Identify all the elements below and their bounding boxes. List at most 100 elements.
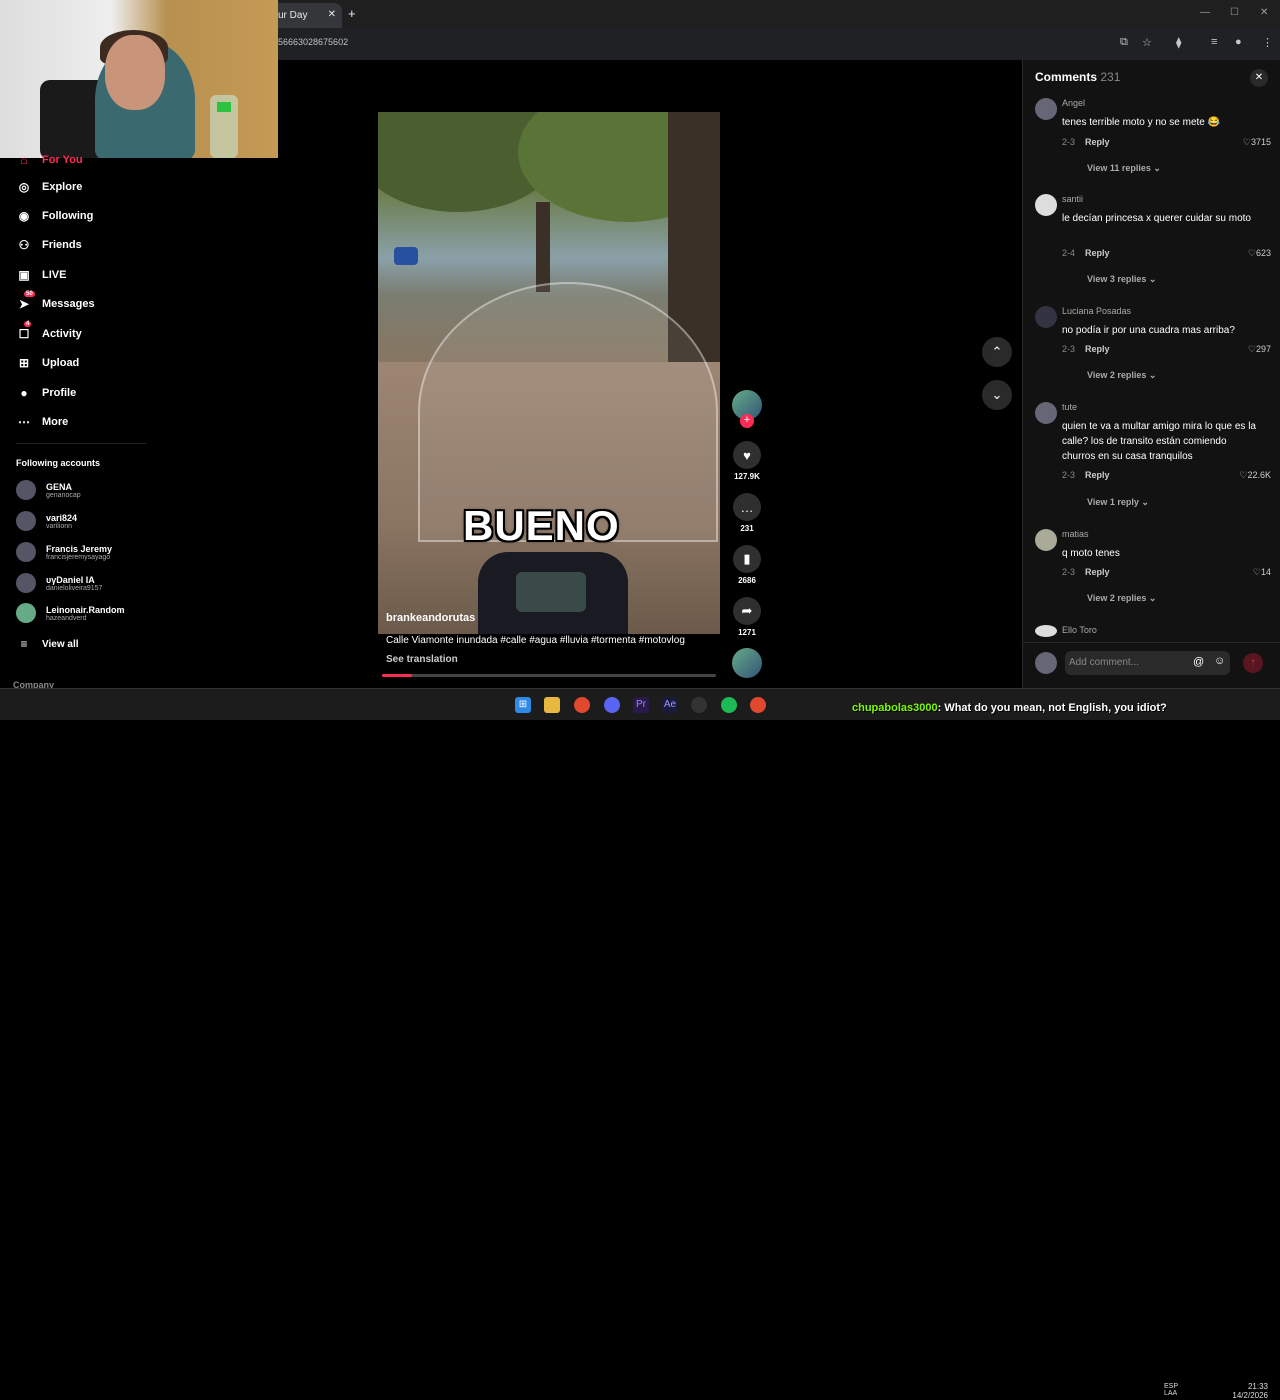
like-count: 127.9K: [734, 472, 760, 481]
avatar[interactable]: [1035, 306, 1057, 328]
like-action[interactable]: ♥ 127.9K: [733, 441, 761, 481]
reply-button[interactable]: Reply: [1085, 137, 1110, 147]
comment-user[interactable]: Angel: [1062, 98, 1085, 108]
media-icon[interactable]: ≡: [1211, 36, 1217, 48]
comment-user[interactable]: tute: [1062, 402, 1077, 412]
following-account[interactable]: Francis Jeremy francisjeremysayago: [16, 538, 112, 566]
chrome-icon[interactable]: [574, 697, 590, 713]
minimize-icon[interactable]: —: [1200, 7, 1210, 18]
address-bar[interactable]: 56663028675602: [270, 33, 1125, 51]
add-comment-input[interactable]: Add comment...: [1065, 651, 1230, 675]
view-replies-button[interactable]: View 2 replies ⌄: [1087, 370, 1156, 381]
reply-button[interactable]: Reply: [1085, 344, 1110, 354]
chrome-active-icon[interactable]: [750, 697, 766, 713]
sidebar-item-live[interactable]: ▣ LIVE: [16, 265, 66, 285]
following-account[interactable]: υγDaniel IA danieloliveira9157: [16, 569, 102, 597]
previous-video-button[interactable]: ⌃: [982, 337, 1012, 367]
heart-icon[interactable]: ♥: [733, 441, 761, 469]
music-disc-icon[interactable]: [732, 648, 762, 678]
close-comments-icon[interactable]: ✕: [1250, 69, 1268, 87]
comment-date: 2-3: [1062, 344, 1076, 354]
mention-icon[interactable]: @: [1193, 656, 1204, 668]
comment-icon[interactable]: …: [733, 493, 761, 521]
comment-user[interactable]: Ello Toro: [1062, 625, 1097, 635]
reply-button[interactable]: Reply: [1085, 248, 1110, 258]
following-accounts-title: Following accounts: [16, 458, 101, 468]
avatar[interactable]: [1035, 194, 1057, 216]
premiere-icon[interactable]: Pr: [633, 697, 649, 713]
maximize-icon[interactable]: ☐: [1230, 7, 1239, 18]
discord-icon[interactable]: [604, 697, 620, 713]
account-handle: hazeandverd: [46, 614, 87, 622]
lang-layout: LAA: [1164, 1390, 1178, 1397]
video-author[interactable]: brankeandorutas: [386, 612, 475, 624]
avatar[interactable]: [1035, 625, 1057, 637]
see-translation-link[interactable]: See translation: [386, 654, 458, 665]
view-replies-button[interactable]: View 1 reply ⌄: [1087, 497, 1149, 508]
comment-date: 2-3: [1062, 567, 1076, 577]
emoji-icon[interactable]: ☺: [1214, 655, 1225, 667]
comment-like[interactable]: ♡3715: [1243, 137, 1271, 148]
video-caption: Calle Viamonte inundada #calle #agua #ll…: [386, 635, 685, 646]
new-tab-button[interactable]: +: [348, 6, 356, 21]
comment-like[interactable]: ♡14: [1253, 567, 1271, 578]
video-progress-bar[interactable]: [382, 674, 716, 677]
bookmark-star-icon[interactable]: ☆: [1142, 36, 1152, 49]
view-replies-button[interactable]: View 2 replies ⌄: [1087, 593, 1156, 604]
language-indicator[interactable]: ESP LAA: [1164, 1383, 1178, 1397]
comment-like[interactable]: ♡22.6K: [1239, 470, 1271, 481]
sidebar-item-more[interactable]: ⋯ More: [16, 412, 68, 432]
comment-user[interactable]: Luciana Posadas: [1062, 306, 1131, 316]
comments-count: 231: [1100, 70, 1121, 84]
windows-start-icon[interactable]: ⊞: [515, 697, 531, 713]
avatar[interactable]: [1035, 529, 1057, 551]
sidebar-item-explore[interactable]: ◎ Explore: [16, 177, 83, 197]
file-explorer-icon[interactable]: [544, 697, 560, 713]
sidebar-item-activity[interactable]: ☐ 4 Activity: [16, 321, 82, 344]
after-effects-icon[interactable]: Ae: [662, 697, 678, 713]
share-action[interactable]: ➦ 1271: [733, 597, 761, 637]
save-action[interactable]: ▮ 2686: [733, 545, 761, 585]
sidebar-item-following[interactable]: ◉ Following: [16, 206, 94, 226]
reply-button[interactable]: Reply: [1085, 567, 1110, 577]
comment-user[interactable]: matias: [1062, 529, 1089, 539]
follow-plus-icon[interactable]: +: [740, 414, 754, 428]
system-clock[interactable]: 21:33 14/2/2026: [1228, 1382, 1268, 1400]
tab-close-icon[interactable]: ✕: [328, 9, 336, 20]
comment-like[interactable]: ♡297: [1248, 344, 1271, 355]
following-account[interactable]: Leinonair.Random hazeandverd: [16, 599, 125, 627]
video-player[interactable]: BUENO brankeandorutas: [378, 112, 720, 634]
clock-time: 21:33: [1247, 1382, 1268, 1391]
spotify-icon[interactable]: [721, 697, 737, 713]
obs-icon[interactable]: [691, 697, 707, 713]
profile-icon[interactable]: ●: [1235, 36, 1242, 48]
comment-like[interactable]: ♡623: [1248, 248, 1271, 259]
view-replies-button[interactable]: View 3 replies ⌄: [1087, 274, 1156, 285]
reply-button[interactable]: Reply: [1085, 470, 1110, 480]
bookmark-icon[interactable]: ▮: [733, 545, 761, 573]
send-icon[interactable]: ↑: [1243, 653, 1263, 673]
sidebar-item-messages[interactable]: ➤ 50 Messages: [16, 291, 95, 314]
next-video-button[interactable]: ⌄: [982, 380, 1012, 410]
share-icon[interactable]: ➦: [733, 597, 761, 625]
comment-user[interactable]: santii: [1062, 194, 1083, 204]
following-account[interactable]: GENA genanocap: [16, 476, 81, 504]
extensions-icon[interactable]: ⧫: [1176, 36, 1181, 49]
sidebar-item-friends[interactable]: ⚇ Friends: [16, 235, 82, 255]
chat-text: : What do you mean, not English, you idi…: [937, 702, 1167, 714]
sidebar-item-for-you[interactable]: ⌂ For You: [16, 150, 82, 170]
window-close-icon[interactable]: ✕: [1260, 7, 1268, 18]
following-account[interactable]: vari824 varilionn: [16, 507, 77, 535]
browser-tab[interactable]: ur Day ✕: [270, 3, 342, 28]
comment-action[interactable]: … 231: [733, 493, 761, 533]
comment-meta: 2-3 Reply: [1062, 344, 1110, 354]
view-replies-button[interactable]: View 11 replies ⌄: [1087, 163, 1161, 174]
comment-meta: 2-3 Reply: [1062, 137, 1110, 147]
browser-menu-icon[interactable]: ⋮: [1262, 36, 1273, 49]
avatar[interactable]: [1035, 98, 1057, 120]
view-all-link[interactable]: ≡ View all: [16, 634, 78, 654]
sidebar-item-profile[interactable]: ● Profile: [16, 383, 76, 403]
avatar[interactable]: [1035, 402, 1057, 424]
install-icon[interactable]: ⧉: [1120, 36, 1128, 49]
sidebar-item-upload[interactable]: ⊞ Upload: [16, 353, 79, 373]
